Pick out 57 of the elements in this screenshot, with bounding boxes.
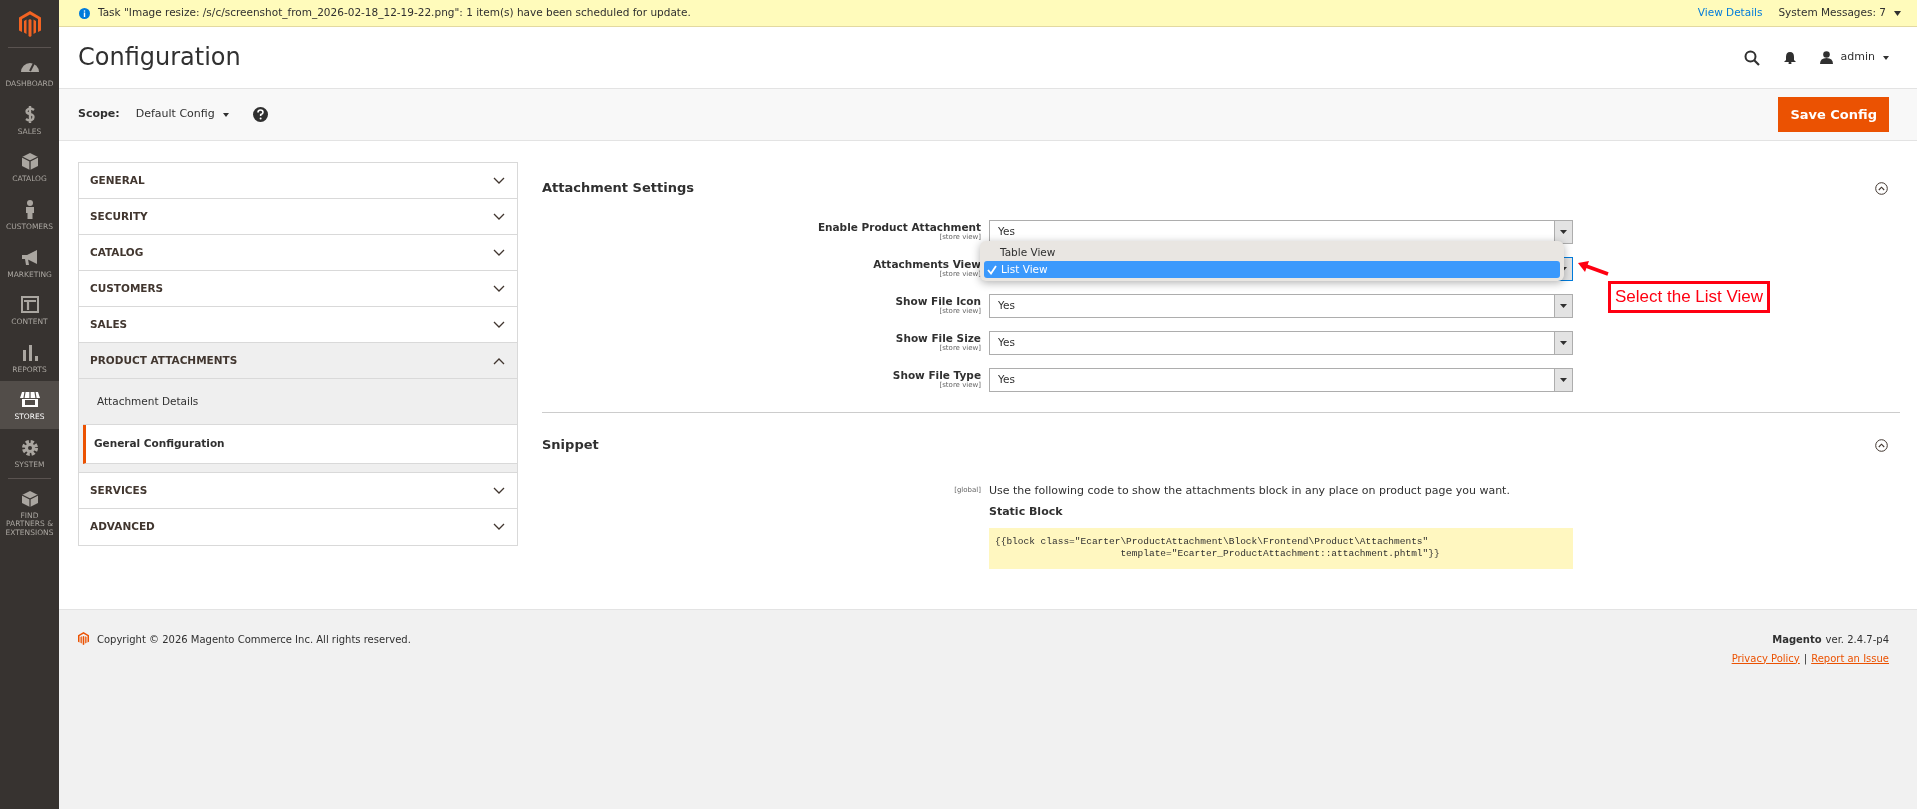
bell-icon[interactable] [1783,51,1796,64]
chevron-icon [493,523,505,531]
chevron-icon [493,248,505,257]
info-icon [79,7,90,19]
field-label: Show File Icon [894,296,981,308]
section-title[interactable]: Snippet [542,435,599,455]
dropdown-option[interactable]: Table View [984,244,1560,261]
search-icon[interactable] [1743,49,1760,66]
caret-icon [1560,230,1567,234]
view-details-link[interactable]: View Details [1697,5,1763,21]
caret-icon [1560,304,1567,308]
snippet-description: Use the following code to show the attachments block in any place on product page you want. [989,483,1511,499]
code-block: {{block class="Ecarter\ProductAttachment\Block\Frontend\Product\Attachments" template="Ecarter_ProductAttachment::attachment.phtml"}} [989,528,1573,569]
chevron-icon [493,356,505,365]
logo-icon [18,10,41,37]
checkmark-icon [987,264,997,275]
save-config-button[interactable]: Save Config [1778,96,1889,133]
user-menu[interactable]: admin [1840,49,1875,66]
field-label: Enable Product Attachment [816,222,981,234]
collapse-icon[interactable] [1875,181,1888,195]
field-label: Show File Type [891,370,981,382]
arrow-icon [1577,261,1609,277]
select-field[interactable]: Yes [989,220,1573,244]
select-field[interactable]: Yes [989,294,1573,318]
page-title: Configuration [78,43,242,72]
copyright-text: Copyright © 2026 Magento Commerce Inc. All rights reserved. [97,632,411,647]
chevron-icon [493,284,505,293]
caret-icon [1894,10,1901,16]
collapse-icon[interactable] [1875,438,1888,452]
chevron-icon [493,212,505,221]
section-title[interactable]: Attachment Settings [542,178,694,198]
caret-icon [222,112,229,117]
version-text: ver. 2.4.7-p4 [1825,633,1889,645]
link-separator: | [1803,651,1808,666]
select-field[interactable]: Yes [989,331,1573,355]
caret-icon [1560,378,1567,382]
notice-text: Task "Image resize: /s/c/screenshot_from_2026-02-18_12-19-22.png": 1 item(s) have been scheduled for update. [98,5,692,21]
user-icon [1819,51,1833,64]
caret-icon [1883,55,1889,60]
callout-label: Select the List View [1608,281,1771,313]
logo-icon [78,631,89,645]
chevron-icon [493,486,505,495]
select-field[interactable]: Yes [989,368,1573,392]
scope-switcher[interactable]: Default Config [135,106,215,123]
snippet-heading: Static Block [989,503,1064,520]
scope-label: Scope: [78,106,120,123]
config-nav-item[interactable]: General Configuration [83,425,517,464]
field-label: Attachments View [872,259,981,271]
layout-icon [18,294,41,316]
system-messages-toggle[interactable]: System Messages: 7 [1778,5,1886,21]
chevron-icon [493,320,505,329]
brand-name: Magento [1772,633,1822,645]
field-label: Show File Size [894,333,981,345]
caret-icon [1560,341,1567,345]
help-icon[interactable] [252,107,268,122]
config-nav-group[interactable]: PRODUCT ATTACHMENTS [79,343,517,379]
chevron-icon [493,176,505,185]
